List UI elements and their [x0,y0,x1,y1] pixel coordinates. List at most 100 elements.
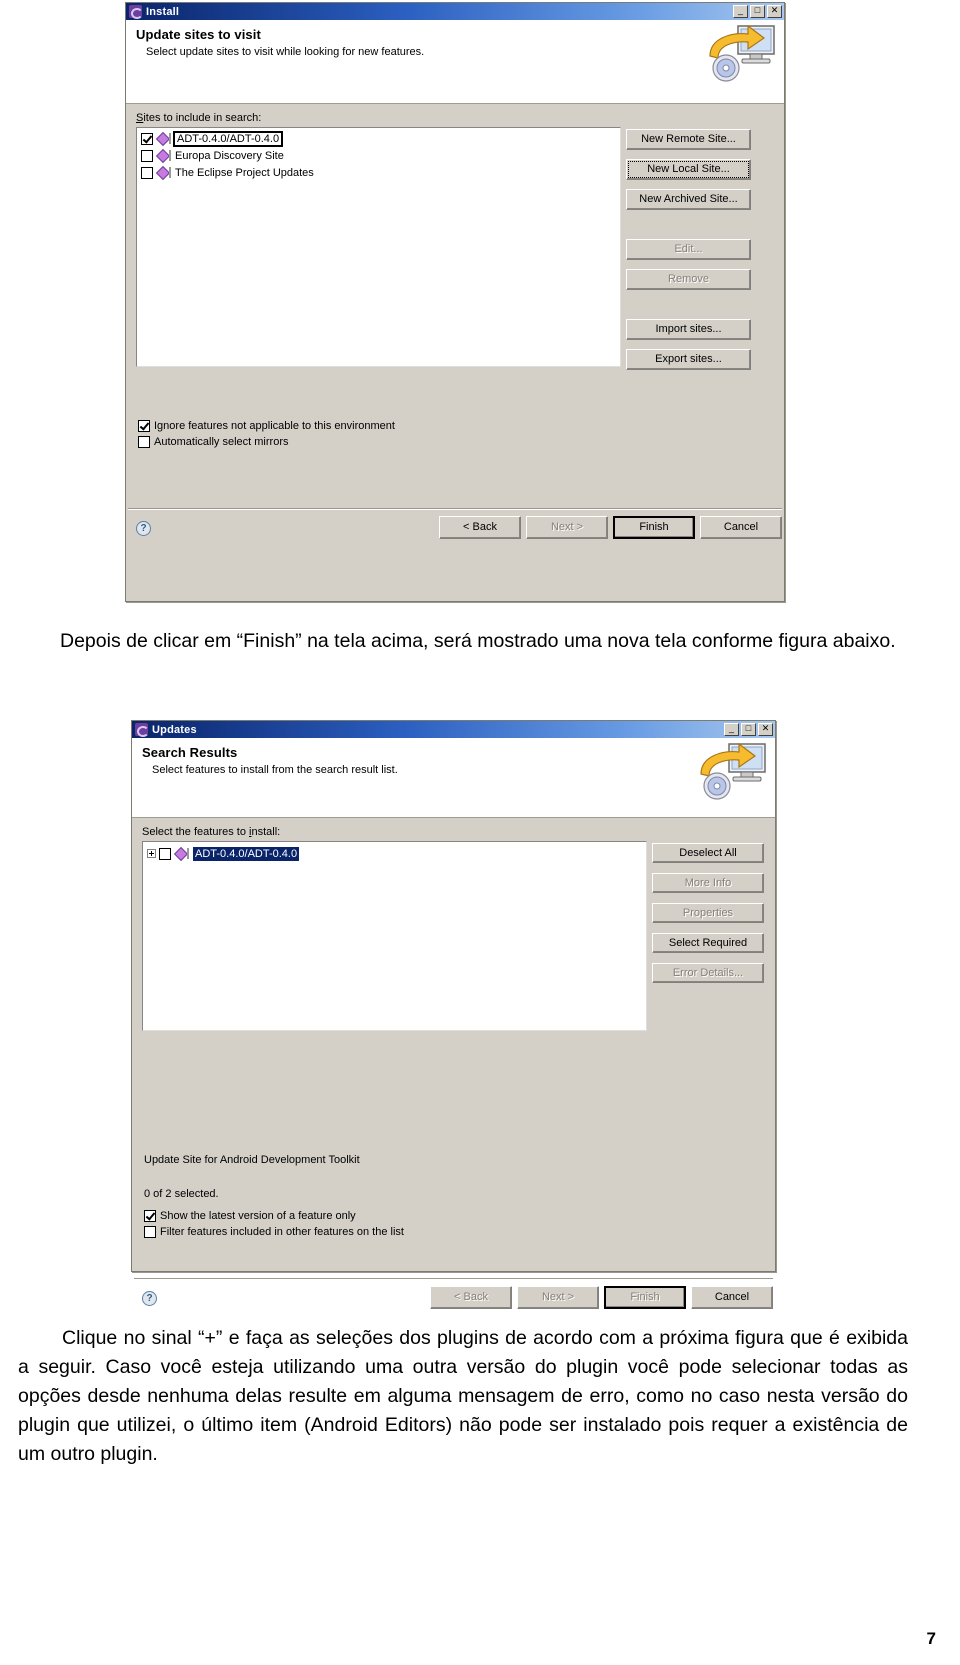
sites-list-label: Sites to include in search: [136,112,262,124]
sites-listbox[interactable]: ADT-0.4.0/ADT-0.4.0 Europa Discovery Sit… [136,127,621,367]
auto-mirrors-checkbox[interactable] [138,436,150,448]
search-results-banner-icon [700,742,766,800]
next-button[interactable]: Next > [526,516,608,539]
updates-side-buttons: Deselect All More Info Properties Select… [652,843,764,983]
list-item[interactable]: The Eclipse Project Updates [139,164,618,181]
close-icon: ✕ [770,5,779,15]
finish-button[interactable]: Finish [604,1286,686,1309]
maximize-icon: □ [754,5,761,15]
install-dialog[interactable]: Install _ □ ✕ Update sites to visit Sele… [125,2,785,602]
back-button[interactable]: < Back [430,1286,512,1309]
list-item-label: The Eclipse Project Updates [175,166,314,179]
paragraph-above-second-figure: Depois de clicar em “Finish” na tela aci… [60,630,896,652]
remove-button[interactable]: Remove [626,269,751,290]
list-item-label: ADT-0.4.0/ADT-0.4.0 [172,130,284,147]
updates-dialog[interactable]: Updates _ □ ✕ Search Results Select feat… [131,720,776,1309]
install-options: Ignore features not applicable to this e… [138,420,395,452]
error-details-button[interactable]: Error Details... [652,963,764,983]
expand-plus-icon[interactable] [147,849,156,858]
show-latest-version-checkbox[interactable] [144,1210,156,1222]
new-remote-site-button[interactable]: New Remote Site... [626,129,751,150]
install-dialog-body: Sites to include in search: ADT-0.4.0/AD… [126,104,784,544]
show-latest-version-option[interactable]: Show the latest version of a feature onl… [144,1210,404,1222]
install-dialog-title: Install [146,5,180,18]
tree-item-label: ADT-0.4.0/ADT-0.4.0 [193,846,300,861]
minimize-icon: _ [737,5,743,15]
auto-mirrors-label: Automatically select mirrors [154,436,289,448]
updates-dialog-header: Search Results Select features to instal… [132,738,775,818]
ignore-features-checkbox[interactable] [138,420,150,432]
updates-dialog-body: Select the features to install: ADT-0.4.… [132,818,775,1309]
new-archived-site-button[interactable]: New Archived Site... [626,189,751,210]
footer-divider [134,1278,773,1280]
cancel-button[interactable]: Cancel [700,516,782,539]
install-dialog-titlebar[interactable]: Install _ □ ✕ [126,3,784,20]
properties-button[interactable]: Properties [652,903,764,923]
updates-dialog-heading: Search Results [142,745,238,760]
show-latest-version-label: Show the latest version of a feature onl… [160,1210,356,1222]
install-dialog-subheading: Select update sites to visit while looki… [146,46,425,58]
update-site-icon [175,847,189,860]
features-list-label: Select the features to install: [142,826,281,838]
features-listbox[interactable]: ADT-0.4.0/ADT-0.4.0 [142,841,647,1031]
updates-footer-buttons: < Back Next > Finish Cancel [430,1286,773,1309]
close-button[interactable]: ✕ [758,723,773,736]
deselect-all-button[interactable]: Deselect All [652,843,764,863]
updates-options: Show the latest version of a feature onl… [144,1210,404,1242]
update-site-icon [157,132,171,145]
site-checkbox[interactable] [141,132,153,145]
close-button[interactable]: ✕ [767,5,782,18]
help-icon[interactable]: ? [142,1291,157,1306]
maximize-button[interactable]: □ [750,5,765,18]
help-icon[interactable]: ? [136,521,151,536]
footer-divider [128,508,782,510]
list-item-label: Europa Discovery Site [175,149,284,162]
auto-mirrors-option[interactable]: Automatically select mirrors [138,436,395,448]
page-number: 7 [926,1629,936,1648]
minimize-icon: _ [728,723,734,733]
minimize-button[interactable]: _ [724,723,739,736]
install-side-buttons: New Remote Site... New Local Site... New… [626,129,751,370]
install-dialog-header: Update sites to visit Select update site… [126,20,784,104]
sites-list-label-text: ites to include in search: [143,112,262,124]
feature-checkbox[interactable] [159,847,171,860]
update-site-icon [157,149,171,162]
list-item[interactable]: ADT-0.4.0/ADT-0.4.0 [139,130,618,147]
edit-button[interactable]: Edit... [626,239,751,260]
install-dialog-heading: Update sites to visit [136,27,261,42]
import-sites-button[interactable]: Import sites... [626,319,751,340]
feature-detail-text: Update Site for Android Development Tool… [144,1154,360,1166]
paragraph-below-second-figure: Clique no sinal “+” e faça as seleções d… [18,1327,908,1465]
finish-button[interactable]: Finish [613,516,695,539]
maximize-button[interactable]: □ [741,723,756,736]
next-button[interactable]: Next > [517,1286,599,1309]
back-button[interactable]: < Back [439,516,521,539]
updates-dialog-title: Updates [152,723,197,736]
eclipse-icon [135,723,149,737]
minimize-button[interactable]: _ [733,5,748,18]
eclipse-icon [129,5,143,19]
list-item[interactable]: Europa Discovery Site [139,147,618,164]
tree-item[interactable]: ADT-0.4.0/ADT-0.4.0 [145,845,644,862]
install-footer-buttons: < Back Next > Finish Cancel [439,516,782,539]
update-site-icon [157,166,171,179]
ignore-features-option[interactable]: Ignore features not applicable to this e… [138,420,395,432]
ignore-features-label: Ignore features not applicable to this e… [154,420,395,432]
update-sites-banner-icon [709,24,775,82]
selection-status-text: 0 of 2 selected. [144,1188,219,1200]
site-checkbox[interactable] [141,166,153,179]
more-info-button[interactable]: More Info [652,873,764,893]
maximize-icon: □ [745,723,752,733]
select-required-button[interactable]: Select Required [652,933,764,953]
window-controls: _ □ ✕ [733,5,782,18]
site-checkbox[interactable] [141,149,153,162]
filter-features-option[interactable]: Filter features included in other featur… [144,1226,404,1238]
updates-dialog-titlebar[interactable]: Updates _ □ ✕ [132,721,775,738]
updates-dialog-subheading: Select features to install from the sear… [152,764,398,776]
close-icon: ✕ [761,723,770,733]
export-sites-button[interactable]: Export sites... [626,349,751,370]
window-controls: _ □ ✕ [724,723,773,736]
filter-features-checkbox[interactable] [144,1226,156,1238]
cancel-button[interactable]: Cancel [691,1286,773,1309]
new-local-site-button[interactable]: New Local Site... [626,159,751,180]
